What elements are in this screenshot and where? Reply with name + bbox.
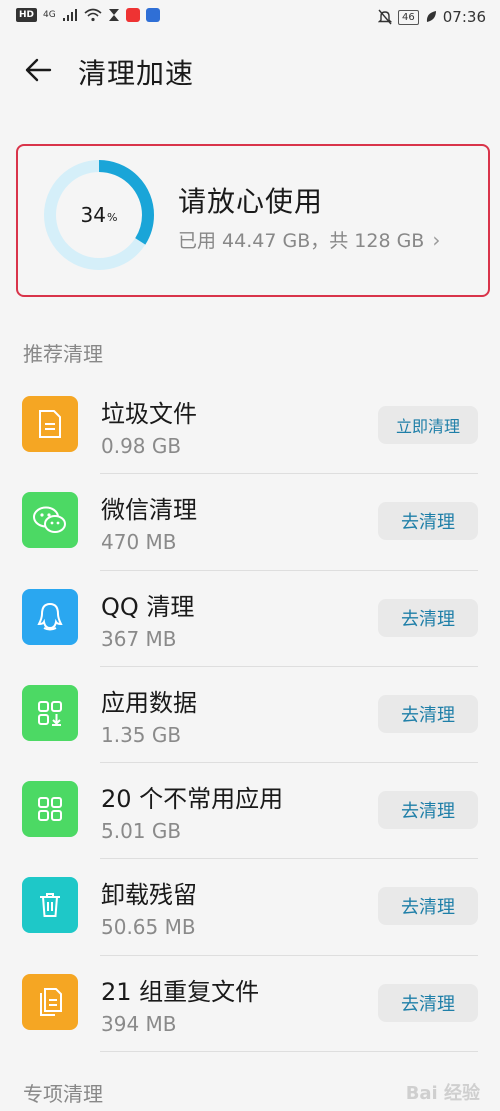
- item-size: 5.01 GB: [101, 819, 182, 844]
- clean-button[interactable]: 去清理: [378, 502, 478, 541]
- section-title-recommended: 推荐清理: [23, 342, 103, 366]
- item-title: 微信清理: [101, 496, 197, 525]
- back-arrow-icon: [25, 58, 52, 82]
- back-button[interactable]: [18, 50, 58, 90]
- item-size: 470 MB: [101, 530, 177, 555]
- clock: 07:36: [442, 8, 486, 26]
- storage-percent: 34%: [42, 158, 156, 272]
- status-left: HD 4G: [16, 8, 160, 22]
- item-title: 应用数据: [101, 688, 197, 717]
- network-type: 4G: [43, 10, 56, 20]
- list-item[interactable]: 应用数据 1.35 GB 去清理: [0, 667, 500, 764]
- document-icon: [22, 396, 78, 452]
- item-size: 0.98 GB: [101, 434, 182, 458]
- battery-icon: 46: [398, 9, 419, 25]
- storage-summary-card[interactable]: 34% 请放心使用 已用 44.47 GB，共 128 GB ›: [16, 144, 490, 297]
- clean-button[interactable]: 立即清理: [378, 406, 478, 444]
- item-title: 垃圾文件: [101, 400, 197, 428]
- recommended-clean-list: 垃圾文件 0.98 GB 立即清理微信清理 470 MB 去清理 QQ 清理 367 MB 去…: [0, 378, 500, 1053]
- wechat-icon: [22, 492, 78, 549]
- chevron-right-icon: ›: [432, 227, 441, 252]
- signal-icon: [62, 9, 77, 21]
- qq-icon: [22, 588, 78, 645]
- watermark: Bai 经验: [405, 1083, 480, 1104]
- app-notification-icon-2: [145, 8, 160, 22]
- status-bar: HD 4G 46 07:36: [0, 0, 500, 36]
- list-item[interactable]: 21 组重复文件 394 MB 去清理: [0, 956, 500, 1053]
- storage-status-text: 请放心使用: [178, 185, 324, 218]
- item-size: 394 MB: [101, 1011, 177, 1036]
- list-item[interactable]: 20 个不常用应用 5.01 GB 去清理: [0, 763, 500, 860]
- app-header: 清理加速: [0, 36, 500, 102]
- list-item[interactable]: 卸载残留 50.65 MB 去清理: [0, 859, 500, 956]
- clean-button[interactable]: 去清理: [378, 694, 478, 733]
- status-right: 46 07:36: [378, 8, 486, 26]
- wifi-icon: [84, 8, 102, 22]
- list-item[interactable]: 垃圾文件 0.98 GB 立即清理: [0, 378, 500, 475]
- list-item[interactable]: QQ 清理 367 MB 去清理: [0, 571, 500, 667]
- item-size: 50.65 MB: [101, 915, 196, 940]
- item-size: 367 MB: [101, 626, 177, 651]
- list-item[interactable]: 微信清理 470 MB 去清理: [0, 474, 500, 571]
- trash-icon: [22, 877, 78, 934]
- apps-grid-icon: [22, 781, 78, 838]
- hd-indicator: HD: [16, 8, 38, 22]
- divider: [100, 1051, 478, 1053]
- storage-percent-unit: %: [107, 210, 118, 224]
- item-title: 20 个不常用应用: [101, 785, 284, 814]
- storage-usage-text: 已用 44.47 GB，共 128 GB ›: [178, 226, 440, 253]
- item-title: 21 组重复文件: [101, 977, 260, 1006]
- clean-button[interactable]: 去清理: [378, 598, 478, 637]
- storage-usage-value: 已用 44.47 GB，共 128 GB: [178, 230, 425, 252]
- item-title: 卸载残留: [101, 881, 197, 910]
- item-title: QQ 清理: [101, 592, 195, 621]
- clean-button[interactable]: 去清理: [378, 887, 478, 926]
- hourglass-icon: [108, 9, 119, 21]
- mute-icon: [378, 9, 393, 25]
- clean-button[interactable]: 去清理: [378, 983, 478, 1022]
- section-title-special: 专项清理: [23, 1082, 103, 1106]
- storage-percent-value: 34: [80, 203, 106, 227]
- item-size: 1.35 GB: [101, 722, 182, 747]
- app-notification-icon: [125, 8, 140, 22]
- clean-button[interactable]: 去清理: [378, 791, 478, 830]
- page-title: 清理加速: [78, 57, 195, 90]
- app-data-icon: [22, 684, 78, 741]
- duplicate-files-icon: [22, 973, 78, 1030]
- leaf-icon: [426, 11, 436, 22]
